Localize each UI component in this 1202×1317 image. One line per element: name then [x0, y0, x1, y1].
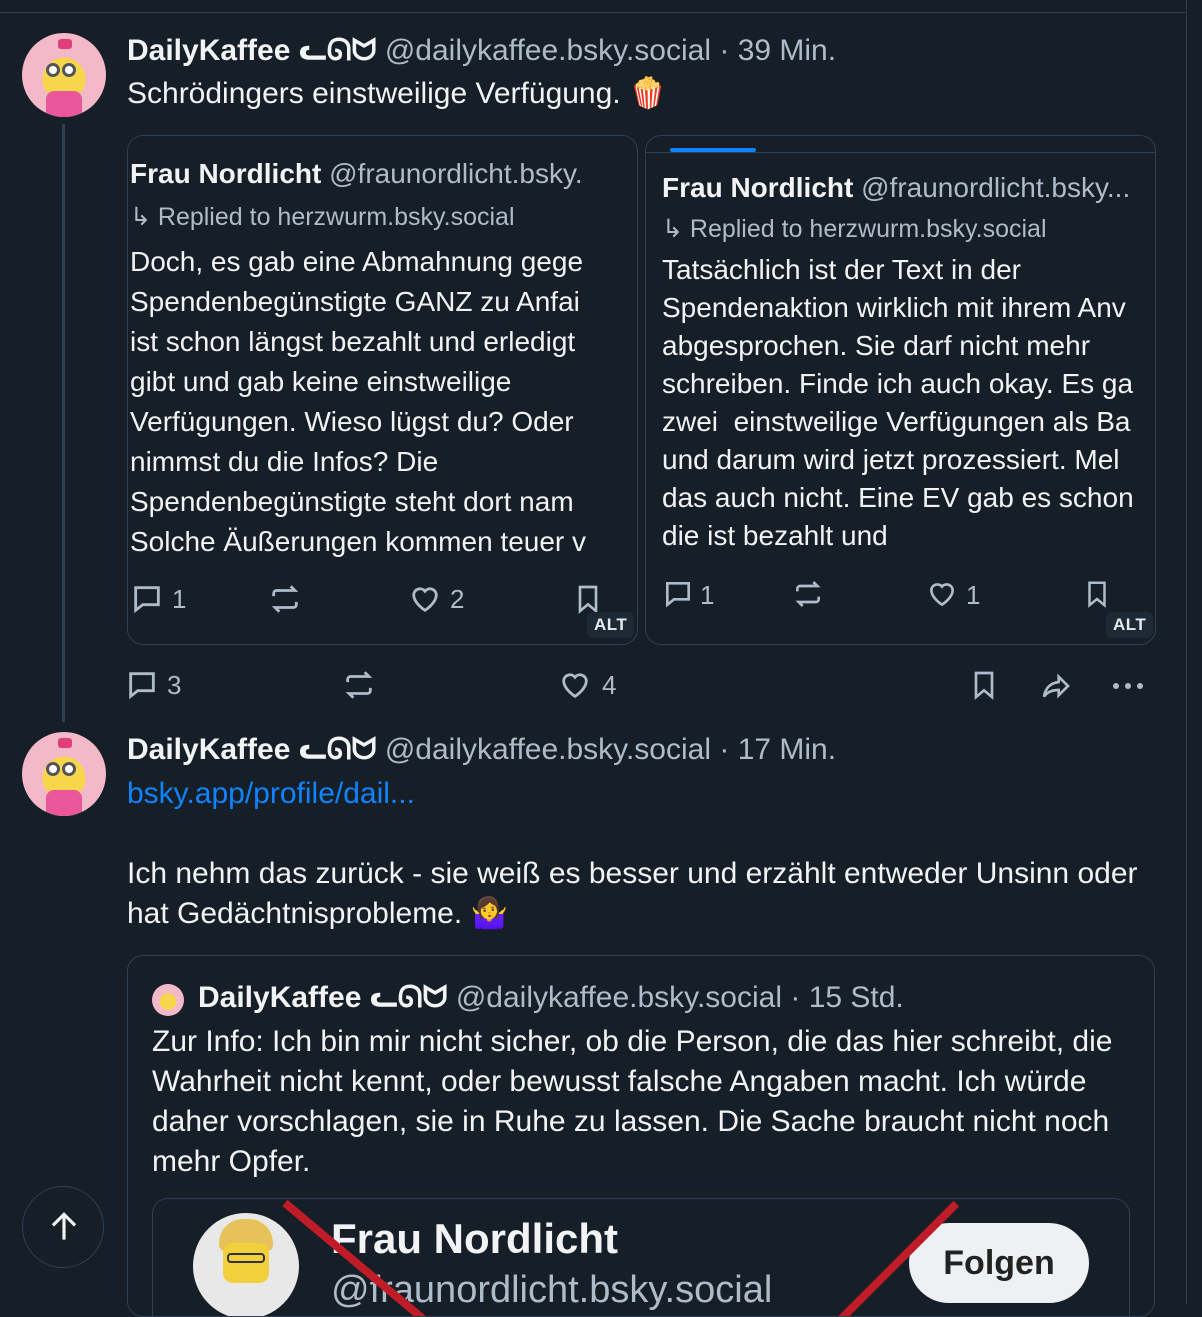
author-avatar[interactable]: [22, 33, 106, 117]
quoted-post-time: 15 Std.: [808, 981, 904, 1014]
top-divider: [0, 12, 1186, 13]
author-avatar[interactable]: [22, 732, 106, 816]
quoted-post-header: DailyKaffee ᓚᘏᗢ @dailykaffee.bsky.social…: [198, 981, 904, 1014]
image-text: Doch, es gab eine Abmahnung gege Spenden…: [130, 246, 587, 557]
post-header: DailyKaffee ᓚᘏᗢ @dailykaffee.bsky.social…: [127, 733, 837, 766]
post-text: Ich nehm das zurück - sie weiß es besser…: [127, 854, 1157, 934]
author-handle[interactable]: @dailykaffee.bsky.social: [385, 733, 711, 766]
quoted-author-avatar: [152, 984, 184, 1016]
reply-count: 3: [167, 670, 182, 700]
image-handle: @fraunordlicht.bsky...: [861, 172, 1131, 203]
arrow-up-icon: [45, 1207, 83, 1247]
scroll-top-button[interactable]: [22, 1186, 104, 1268]
like-icon: [926, 578, 958, 610]
quoted-image[interactable]: Frau Nordlicht @fraunordlicht.bsky.socia…: [152, 1198, 1130, 1316]
image-text: Tatsächlich ist der Text in der Spendena…: [662, 254, 1134, 551]
image-reply-to: ↳ Replied to herzwurm.bsky.social: [130, 203, 515, 231]
image-author: Frau Nordlicht: [662, 172, 854, 203]
profile-handle: @fraunordlicht.bsky.social: [331, 1269, 773, 1311]
alt-badge[interactable]: ALT: [1106, 612, 1154, 638]
post-link[interactable]: bsky.app/profile/dail...: [127, 774, 415, 814]
post-image-1[interactable]: Frau Nordlicht @fraunordlicht.bsky. ↳ Re…: [127, 135, 638, 645]
quoted-author-handle: @dailykaffee.bsky.social: [455, 981, 782, 1014]
thread-connector: [62, 124, 65, 722]
post-time[interactable]: 17 Min.: [738, 733, 836, 766]
bookmark-icon[interactable]: [968, 668, 1000, 702]
profile-name: Frau Nordlicht: [331, 1215, 619, 1262]
author-name[interactable]: DailyKaffee ᓚᘏᗢ: [127, 34, 376, 67]
reply-icon: [130, 582, 164, 616]
post-time[interactable]: 39 Min.: [738, 34, 836, 67]
post-image-2[interactable]: Frau Nordlicht @fraunordlicht.bsky... ↳ …: [645, 135, 1156, 645]
popcorn-emoji: 🍿: [628, 77, 667, 110]
author-name[interactable]: DailyKaffee ᓚᘏᗢ: [127, 733, 376, 766]
image-reply-to: ↳ Replied to herzwurm.bsky.social: [662, 215, 1047, 243]
repost-icon: [792, 578, 824, 610]
image-author: Frau Nordlicht: [130, 158, 322, 189]
like-icon: [408, 582, 442, 616]
bookmark-icon: [1082, 578, 1112, 610]
right-divider: [1186, 0, 1187, 1304]
repost-icon[interactable]: [342, 668, 376, 702]
quoted-author-name: DailyKaffee ᓚᘏᗢ: [198, 981, 448, 1014]
share-icon[interactable]: [1038, 670, 1074, 702]
reply-icon[interactable]: [125, 668, 159, 702]
quoted-post-text: Zur Info: Ich bin mir nicht sicher, ob d…: [152, 1025, 1113, 1178]
post-text: Schrödingers einstweilige Verfügung. 🍿: [127, 74, 666, 114]
like-icon[interactable]: [558, 668, 592, 702]
alt-badge[interactable]: ALT: [587, 612, 635, 638]
follow-button: Folgen: [909, 1223, 1089, 1303]
reply-icon: [662, 578, 694, 610]
repost-icon: [268, 582, 302, 616]
quoted-post[interactable]: DailyKaffee ᓚᘏᗢ @dailykaffee.bsky.social…: [127, 955, 1155, 1317]
image-handle: @fraunordlicht.bsky.: [329, 158, 583, 189]
like-count: 4: [602, 670, 617, 700]
profile-avatar: [193, 1213, 299, 1316]
more-icon[interactable]: [1110, 670, 1146, 702]
post-header: DailyKaffee ᓚᘏᗢ @dailykaffee.bsky.social…: [127, 34, 837, 67]
shrug-emoji: 🤷‍♀️: [470, 897, 508, 930]
author-handle[interactable]: @dailykaffee.bsky.social: [385, 34, 711, 67]
bookmark-icon: [572, 582, 604, 616]
